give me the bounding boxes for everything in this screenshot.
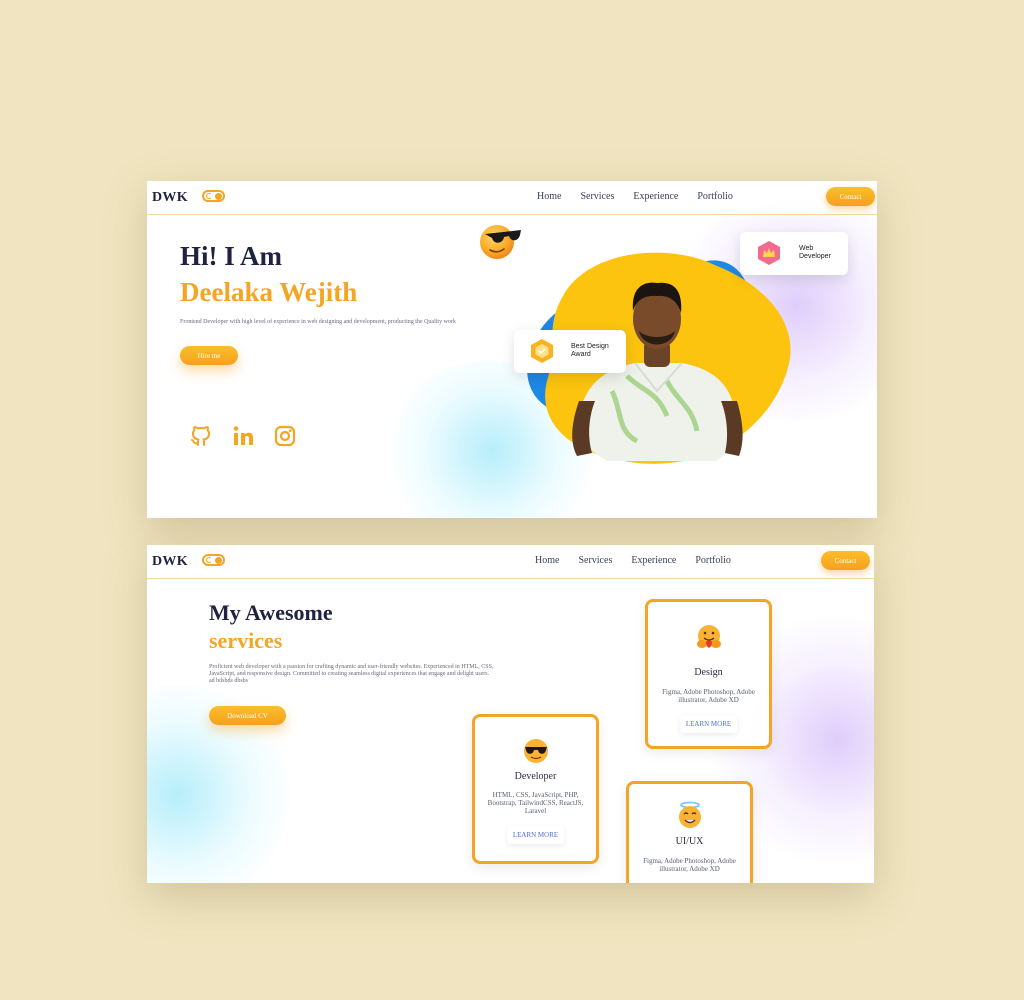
toggle-knob (215, 557, 222, 564)
award-label: Best Design Award (571, 343, 609, 358)
services-description: Proficient web developer with a passion … (209, 664, 494, 685)
nav-portfolio[interactable]: Portfolio (695, 555, 731, 566)
navbar: DWK Home Services Experience Portfolio C… (147, 181, 877, 215)
hire-me-button[interactable]: Hire me (180, 346, 238, 365)
nav-links: Home Services Experience Portfolio (535, 555, 731, 566)
theme-toggle[interactable] (202, 554, 225, 566)
crown-icon (758, 241, 780, 265)
halo-emoji-icon (678, 801, 701, 828)
service-title: Developer (514, 771, 557, 782)
contact-button[interactable]: Contact (821, 551, 870, 570)
download-cv-button[interactable]: Download CV (209, 706, 286, 725)
service-skills: HTML, CSS, JavaScript, PHP, Bootstrap, T… (487, 791, 584, 815)
service-card-uiux[interactable]: UI/UX Figma, Adobe Photoshop, Adobe illu… (626, 781, 753, 883)
hero-name: Deelaka Wejith (180, 277, 358, 307)
services-heading: My Awesome (209, 600, 333, 625)
nav-portfolio[interactable]: Portfolio (697, 191, 733, 202)
services-heading-accent: services (209, 628, 283, 653)
nav-experience[interactable]: Experience (633, 191, 678, 202)
theme-toggle[interactable] (202, 190, 225, 202)
navbar: DWK Home Services Experience Portfolio C… (147, 545, 874, 579)
service-skills: Figma, Adobe Photoshop, Adobe illustrato… (643, 857, 736, 873)
hero-greeting: Hi! I Am (180, 241, 283, 271)
hero-screenshot: DWK Home Services Experience Portfolio C… (147, 181, 877, 518)
nav-experience[interactable]: Experience (631, 555, 676, 566)
moon-icon (206, 557, 212, 563)
nav-services[interactable]: Services (578, 555, 612, 566)
web-developer-badge: Web Developer (740, 232, 848, 275)
service-card-developer[interactable]: Developer HTML, CSS, JavaScript, PHP, Bo… (472, 714, 599, 864)
toggle-knob (215, 193, 222, 200)
learn-more-button[interactable]: LEARN MORE (506, 826, 565, 844)
services-description-text: Proficient web developer with a passion … (209, 664, 494, 677)
service-title: UI/UX (675, 836, 704, 847)
service-title: Design (694, 667, 723, 678)
service-skills: Figma, Adobe Photoshop, Adobe illustrato… (662, 688, 755, 704)
services-screenshot: DWK Home Services Experience Portfolio C… (147, 545, 874, 883)
learn-more-button[interactable]: LEARN MORE (679, 715, 738, 733)
role-label: Web Developer (799, 245, 831, 260)
nav-home[interactable]: Home (535, 555, 559, 566)
github-icon[interactable] (189, 424, 213, 448)
logo[interactable]: DWK (152, 190, 188, 206)
sunglasses-emoji-icon (523, 739, 548, 763)
nav-links: Home Services Experience Portfolio (537, 191, 733, 202)
nav-home[interactable]: Home (537, 191, 561, 202)
award-icon (531, 339, 553, 363)
linkedin-icon[interactable] (231, 424, 255, 448)
hugging-emoji-icon (696, 625, 721, 648)
nav-services[interactable]: Services (580, 191, 614, 202)
instagram-icon[interactable] (273, 424, 297, 448)
services-description-extra: ad bdsbds dbsbs (209, 678, 249, 684)
service-card-design[interactable]: Design Figma, Adobe Photoshop, Adobe ill… (645, 599, 772, 749)
logo[interactable]: DWK (152, 554, 188, 570)
best-design-award-badge: Best Design Award (514, 330, 626, 373)
hero-description: Frontend Developer with high level of ex… (180, 319, 456, 325)
contact-button[interactable]: Contact (826, 187, 875, 206)
moon-icon (206, 193, 212, 199)
